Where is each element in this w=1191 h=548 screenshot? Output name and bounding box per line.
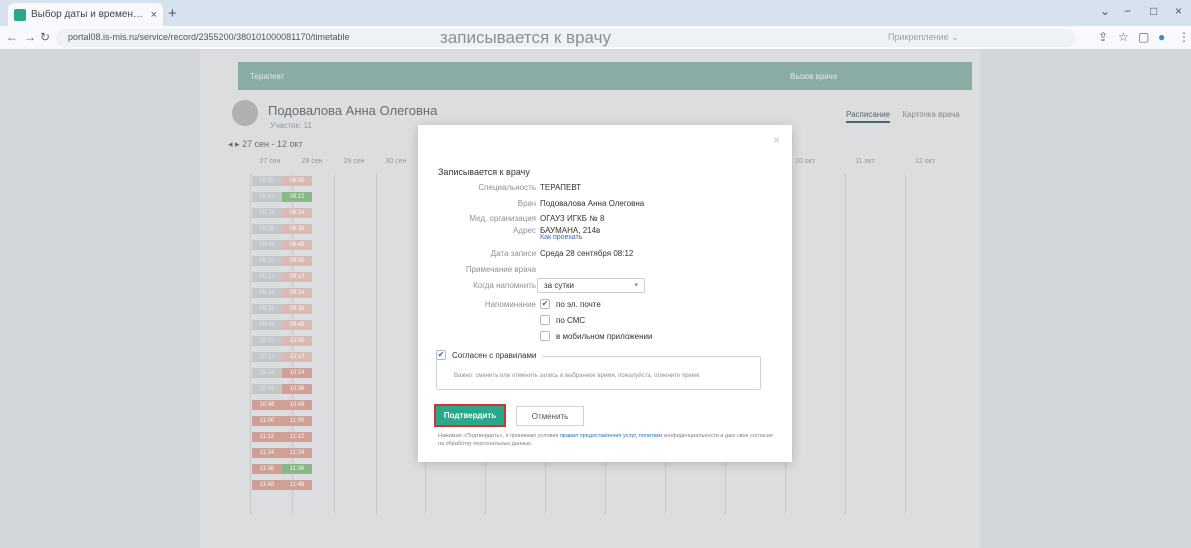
comment-label: Примечание врача [465,265,536,274]
remind-label: Когда напомнить [473,281,536,290]
comment-row: Примечание врача [418,265,792,279]
appointment-modal: × Записывается к врачу Специальность ТЕР… [418,125,792,462]
site-favicon-icon [14,8,26,21]
notify-sms-label: по СМС [556,316,586,325]
chevron-down-icon: ▾ [634,282,638,289]
cancel-button[interactable]: Отменить [516,406,584,426]
date-label: Дата записи [490,249,536,258]
modal-title: Записывается к врачу [438,167,530,177]
consent-text: Важно: сменить или отменить запись в выб… [454,373,700,379]
menu-icon[interactable]: ⋮ [1178,30,1190,44]
address-row: Адрес БАУМАНА, 214в [418,226,792,240]
consent-header: ✔ Согласен с правилами [436,350,543,360]
page-heading: записывается к врачу [440,28,611,47]
date-value: Среда 28 сентября 08:12 [540,249,634,258]
specialty-row: Специальность ТЕРАПЕВТ [418,183,792,197]
specialty-label: Специальность [478,183,536,192]
doctor-value: Подовалова Анна Олеговна [540,199,645,208]
browser-tab[interactable]: Выбор даты и времени - Запи × [8,3,163,26]
remind-select[interactable]: за сутки ▾ [537,278,645,293]
address-label: Адрес [513,226,536,235]
notify-email-checkbox[interactable]: ✔ [540,299,550,309]
org-value: ОГАУЗ ИГКБ № 8 [540,214,605,223]
close-icon[interactable]: × [773,133,780,147]
terms-prefix: Нажимая «Подтвердить», я принимаю услови… [438,433,559,439]
terms-footnote: Нажимая «Подтвердить», я принимаю услови… [438,432,778,448]
browser-tab-bar: Выбор даты и времени - Запи × + ⌄ − □ × [0,0,1191,26]
tab-close-icon[interactable]: × [151,9,157,21]
new-tab-icon[interactable]: + [168,5,177,22]
consent-label: Согласен с правилами [452,350,537,360]
notify-row: Напоминание [418,300,792,314]
back-icon[interactable]: ← [6,30,18,44]
specialty-value: ТЕРАПЕВТ [540,183,582,192]
share-icon[interactable]: ⇪ [1098,30,1108,44]
profile-icon[interactable]: ● [1158,30,1165,44]
close-window-icon[interactable]: × [1175,4,1182,18]
doctor-label: Врач [517,199,536,208]
minimize-icon[interactable]: − [1124,4,1131,18]
attachment-dropdown[interactable]: Прикрепление ⌄ [888,32,959,43]
sidepanel-icon[interactable]: ▢ [1138,30,1149,44]
notify-label: Напоминание [484,300,536,309]
consent-checkbox[interactable]: ✔ [436,350,446,360]
notify-app-label: в мобильном приложении [556,332,653,341]
reload-icon[interactable]: ↻ [40,30,50,44]
bookmark-star-icon[interactable]: ☆ [1118,30,1129,44]
org-label: Мед. организация [469,214,536,223]
notify-email-label: по эл. почте [556,300,601,309]
notify-sms-checkbox[interactable] [540,315,550,325]
tab-title: Выбор даты и времени - Запи [31,9,147,20]
notify-app-checkbox[interactable] [540,331,550,341]
terms-link[interactable]: правил предоставления услуг, политики [560,433,662,439]
maximize-icon[interactable]: □ [1150,4,1157,18]
confirm-button[interactable]: Подтвердить [434,404,506,427]
remind-select-value: за сутки [544,281,574,290]
doctor-row: Врач Подовалова Анна Олеговна [418,199,792,213]
forward-icon[interactable]: → [24,30,36,44]
route-link[interactable]: Как проехать [540,234,582,241]
date-row: Дата записи Среда 28 сентября 08:12 [418,249,792,263]
tab-search-icon[interactable]: ⌄ [1100,4,1110,18]
